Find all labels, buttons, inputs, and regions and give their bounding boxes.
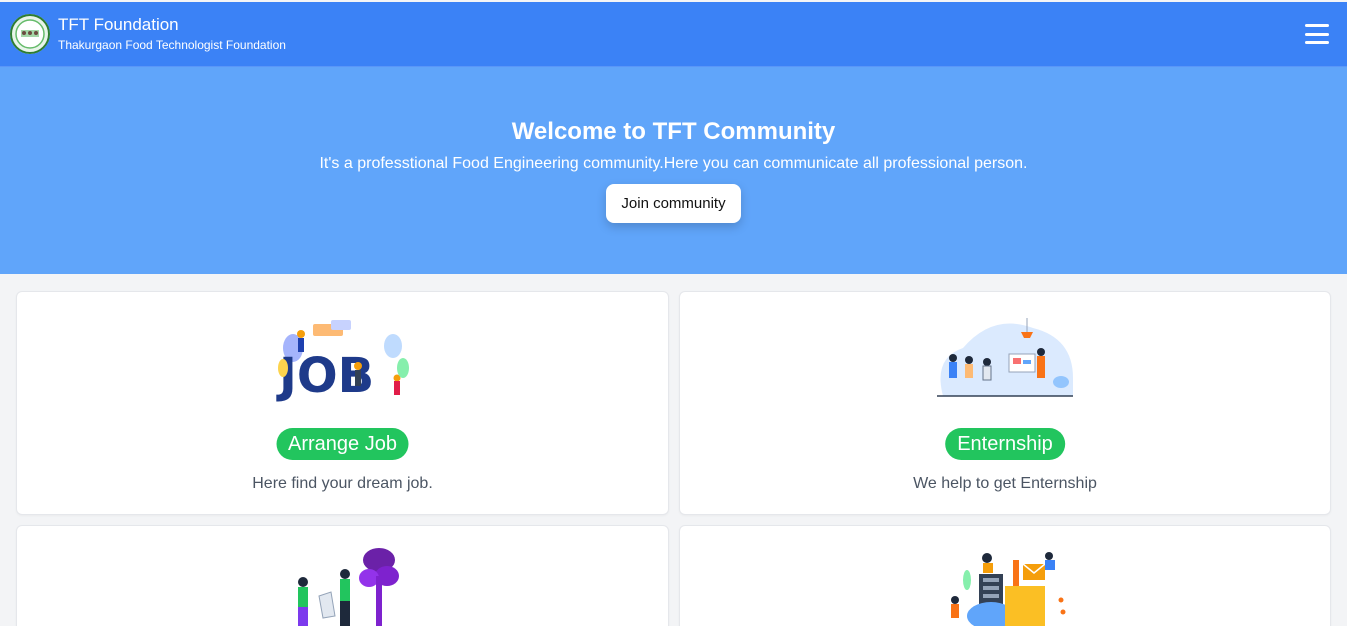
brand[interactable]: TFT Foundation Thakurgaon Food Technolog…: [10, 14, 286, 54]
digital-services-illustration: [939, 550, 1071, 626]
community-tree-illustration: [283, 546, 403, 626]
hero-heading: Welcome to TFT Community: [511, 118, 836, 145]
internship-meeting-illustration: [933, 318, 1077, 398]
job-illustration: JOB: [273, 318, 413, 404]
brand-text: TFT Foundation Thakurgaon Food Technolog…: [58, 15, 286, 53]
site-title: TFT Foundation: [58, 15, 179, 34]
card-digital-services[interactable]: [679, 525, 1331, 626]
card-title-arrange-job[interactable]: Arrange Job: [276, 428, 409, 460]
hero-section: Welcome to TFT Community It's a professt…: [0, 67, 1347, 274]
card-arrange-job[interactable]: JOB Arrange Job Here find your dream job…: [16, 291, 669, 515]
hamburger-menu-icon[interactable]: [1305, 24, 1329, 44]
card-enternship[interactable]: Enternship We help to get Enternship: [679, 291, 1331, 515]
card-desc-enternship: We help to get Enternship: [913, 475, 1097, 492]
join-community-button[interactable]: Join community: [606, 184, 741, 223]
top-navbar: TFT Foundation Thakurgaon Food Technolog…: [0, 2, 1347, 67]
card-title-enternship[interactable]: Enternship: [945, 428, 1065, 460]
hero-text: It's a professtional Food Engineering co…: [319, 155, 1028, 172]
card-desc-arrange-job: Here find your dream job.: [252, 475, 433, 492]
site-subtitle: Thakurgaon Food Technologist Foundation: [58, 38, 286, 52]
card-community[interactable]: [16, 525, 669, 626]
tft-logo-icon: [10, 14, 50, 54]
